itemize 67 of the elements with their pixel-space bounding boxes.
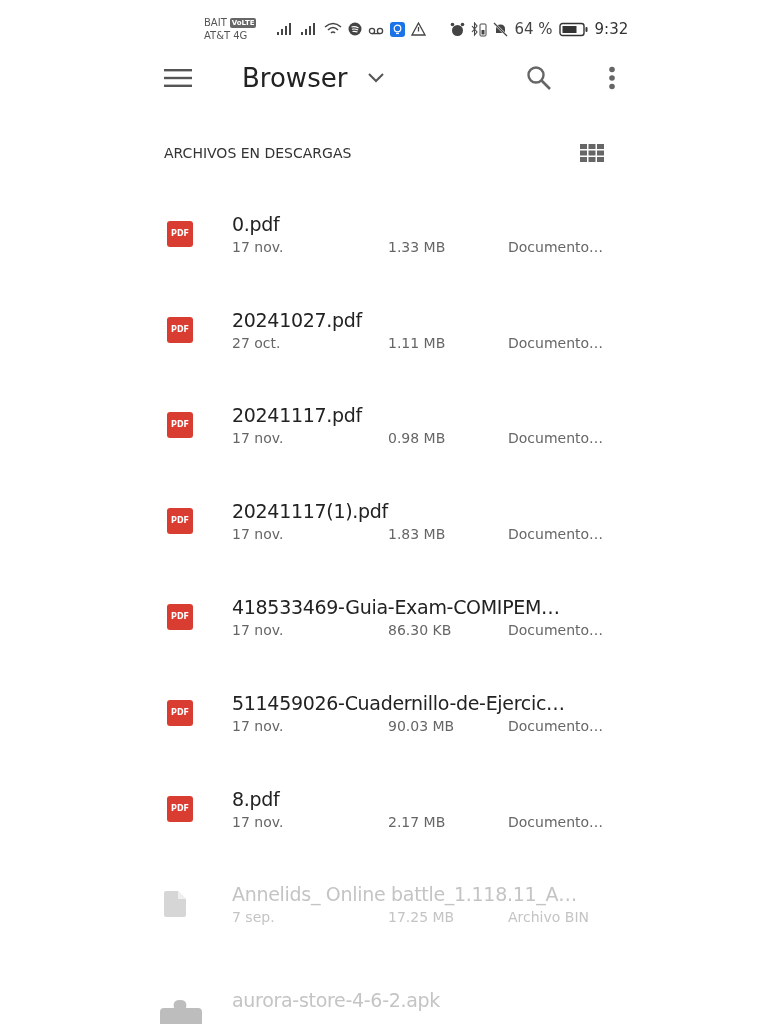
menu-icon[interactable] xyxy=(164,68,192,88)
warning-icon xyxy=(411,22,427,36)
file-date: 17 nov. xyxy=(232,622,285,639)
file-row[interactable]: PDF 20241117(1).pdf 17 nov. 1.83 MB Documento… xyxy=(164,473,634,570)
bluetooth-battery-icon xyxy=(471,21,488,37)
file-row[interactable]: PDF 511459026-Cuadernillo-de-Ejercic… 17 nov. 90.03 MB Documento… xyxy=(164,665,634,761)
pdf-icon: PDF xyxy=(167,316,193,343)
file-type: Documento… xyxy=(508,526,604,543)
file-size: 1.11 MB xyxy=(388,334,447,351)
file-name: 511459026-Cuadernillo-de-Ejercic… xyxy=(232,691,566,714)
bulb-app-icon xyxy=(390,21,406,37)
file-size: 1.33 MB xyxy=(388,238,447,255)
file-size: 90.03 MB xyxy=(388,717,456,734)
pdf-icon: PDF xyxy=(167,508,193,535)
section-title: ARCHIVOS EN DESCARGAS xyxy=(164,145,352,161)
file-date: 17 nov. xyxy=(232,717,285,734)
file-name: Annelids_ Online battle_1.118.11_A… xyxy=(232,883,578,906)
muted-bell-icon xyxy=(493,21,509,37)
file-name: 20241117.pdf xyxy=(232,404,364,427)
file-size: 86.30 KB xyxy=(388,622,453,639)
file-icon xyxy=(164,891,186,918)
file-type: Documento… xyxy=(508,717,604,734)
file-type: Documento… xyxy=(508,813,604,830)
file-row[interactable]: PDF 8.pdf 17 nov. 2.17 MB Documento… xyxy=(164,760,634,857)
more-options-icon[interactable] xyxy=(608,66,616,90)
clock-time: 9:32 xyxy=(594,20,629,38)
file-size: 1.83 MB xyxy=(388,526,447,543)
carrier-name: BAIT xyxy=(204,16,227,29)
file-date: 7 sep. xyxy=(232,909,276,926)
pdf-icon: PDF xyxy=(167,412,193,439)
wifi-icon xyxy=(324,22,343,36)
file-name: 20241027.pdf xyxy=(232,308,364,331)
file-type: Documento… xyxy=(508,238,604,255)
file-type: Documento… xyxy=(508,334,604,351)
pdf-icon: PDF xyxy=(167,604,193,631)
pdf-icon: PDF xyxy=(167,795,193,822)
chevron-down-icon[interactable] xyxy=(367,72,386,84)
file-date: 17 nov. xyxy=(232,430,285,447)
file-date: 17 nov. xyxy=(232,526,285,543)
file-row[interactable]: PDF 418533469-Guia-Exam-COMIPEM… 17 nov. 86.30 KB Documento… xyxy=(164,569,634,665)
file-name: aurora-store-4-6-2.apk xyxy=(232,989,442,1012)
file-size: 17.25 MB xyxy=(388,909,456,926)
file-name: 8.pdf xyxy=(232,787,281,810)
carrier-name: AT&T 4G xyxy=(204,29,249,42)
file-name: 20241117(1).pdf xyxy=(232,500,390,523)
file-type: Archivo BIN xyxy=(508,909,589,926)
battery-icon xyxy=(558,21,589,37)
file-size: 0.98 MB xyxy=(388,430,447,447)
pdf-icon: PDF xyxy=(167,699,193,726)
file-row[interactable]: PDF 0.pdf 17 nov. 1.33 MB Documento… xyxy=(164,186,634,282)
file-name: 418533469-Guia-Exam-COMIPEM… xyxy=(232,596,561,619)
alarm-icon xyxy=(450,21,466,37)
battery-percent: 64 % xyxy=(514,20,553,38)
file-type: Documento… xyxy=(508,622,604,639)
file-row[interactable]: PDF 20241027.pdf 27 oct. 1.11 MB Documento… xyxy=(164,281,634,378)
grid-view-icon[interactable] xyxy=(580,144,604,162)
file-row[interactable]: PDF 20241117.pdf 17 nov. 0.98 MB Documento… xyxy=(164,377,634,474)
search-icon[interactable] xyxy=(526,65,552,91)
app-title[interactable]: Browser xyxy=(242,63,348,93)
music-app-icon xyxy=(348,22,363,36)
file-date: 17 nov. xyxy=(232,238,285,255)
file-name: 0.pdf xyxy=(232,212,281,235)
file-size: 2.17 MB xyxy=(388,813,447,830)
file-date: 27 oct. xyxy=(232,334,282,351)
file-type: Documento… xyxy=(508,430,604,447)
pdf-icon: PDF xyxy=(167,220,193,247)
file-date: 17 nov. xyxy=(232,813,285,830)
